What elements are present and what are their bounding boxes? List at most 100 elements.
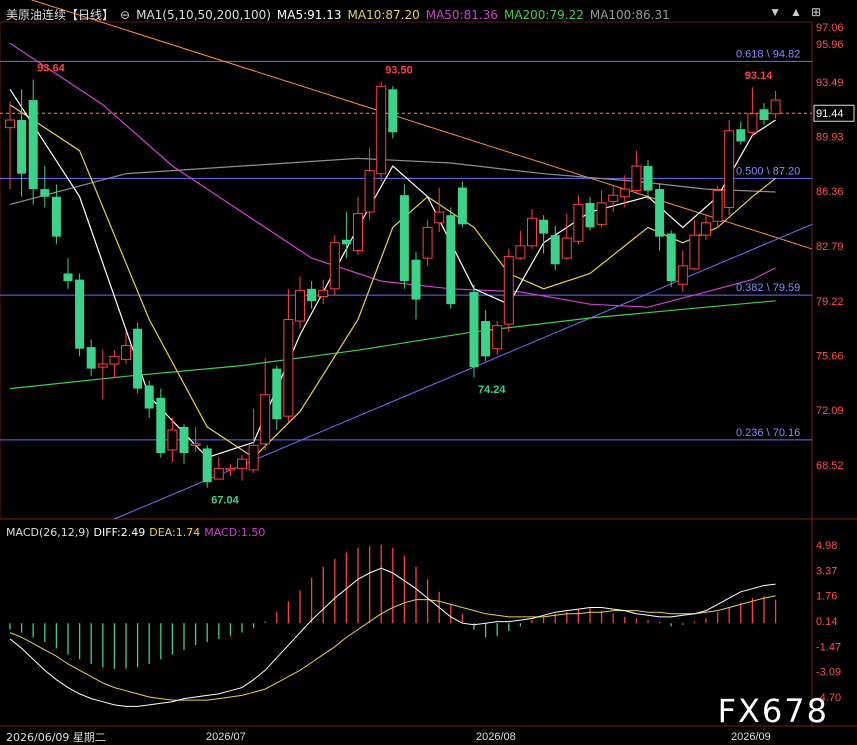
macd-axis-label: 0.14 [816,616,837,628]
macd-axis-label: -1.47 [816,641,841,653]
fib-level-label: 0.618 \ 94.82 [736,48,800,60]
ma200-line [9,300,776,390]
macd-axis-label: -3.09 [816,667,841,679]
candle-body [619,188,630,198]
candle-body [515,245,526,259]
candle-body [121,345,131,360]
price-annotation: 93.50 [385,65,413,77]
candle-body [724,130,735,208]
macd-name[interactable]: MACD(26,12,9) [6,526,90,539]
candle-body [202,448,212,483]
scroll-down-icon[interactable]: ▼ [769,5,781,19]
candle-body [655,189,665,237]
candle-body [353,213,363,251]
candle-body [457,187,467,225]
candle-body [156,397,166,454]
candle-body [736,129,746,142]
candle-body [689,234,700,270]
candle-body [446,215,456,305]
cursor-date: 2026/06/09 星期二 [6,731,106,744]
ma10-value: MA10:87.20 [347,8,420,22]
candle-body [527,217,537,247]
toolbar: ▼ ▲ ⊞ [760,5,821,19]
ma50-line [9,42,776,308]
candle-body [539,219,549,234]
candle-body [179,426,189,454]
ma100-value: MA100:86.31 [589,8,670,22]
candle-body [376,85,387,175]
fib-level-label: 0.500 \ 87.20 [736,165,800,177]
ma-definition[interactable]: MA1(5,10,50,200,100) [136,8,271,22]
candle-body [503,256,514,325]
candle-body [190,443,201,446]
price-annotation: 93.64 [37,62,65,74]
chart-header: 美原油连续【日线】 ⊖ MA1(5,10,50,200,100) MA5:91.13 M… [6,6,676,23]
candle-body [573,203,584,242]
candle-body [399,195,409,282]
candle-body [86,347,96,369]
candle-body [666,233,676,282]
candle-body [469,291,479,368]
candle-body [109,355,120,365]
price-annotation: 74.24 [478,384,506,396]
fib-level-label: 0.382 \ 79.59 [736,282,800,294]
candle-body [388,89,398,133]
scroll-up-icon[interactable]: ▲ [790,5,802,19]
candle-body [770,99,781,115]
candle-body [5,119,15,129]
macd-value: MACD:1.50 [204,526,266,539]
expand-icon[interactable]: ⊞ [811,5,821,19]
ma50-value: MA50:81.36 [425,8,498,22]
instrument-title[interactable]: 美原油连续 [6,8,66,22]
candle-body [492,325,503,350]
period-label[interactable]: 【日线】 [66,8,114,22]
price-axis-label: 91.44 [816,108,844,120]
candle-body [28,100,38,190]
candle-body [422,226,433,259]
macd-axis-label: 4.98 [816,540,837,552]
ma10-line [9,104,776,459]
price-axis-label: 95.96 [816,39,844,51]
candle-body [759,109,769,121]
candle-body [283,319,294,417]
price-chart[interactable]: 97.06 95.96 93.49 91.44 89.93 86.36 82.79 79.22… [0,0,857,745]
price-axis-label: 89.93 [816,131,844,143]
settings-icon[interactable]: ⊖ [120,8,130,22]
candle-body [561,237,572,259]
candle-body [237,458,247,469]
candle-body [272,368,282,420]
candle-body [643,166,653,191]
candle-body [97,363,108,368]
candle-body [133,328,143,389]
candle-body [608,194,619,202]
candle-body [63,273,73,282]
candle-body [260,394,271,445]
candle-body [307,288,317,302]
fib-level-label: 0.236 \ 70.16 [736,427,800,439]
candle-body [17,120,27,174]
ma5-line [9,88,776,459]
candle-body [550,235,560,265]
time-axis-label: 2026/07 [206,731,246,743]
price-axis-label: 72.09 [816,405,844,417]
candle-body [329,242,340,290]
candle-body [248,444,259,471]
price-axis-label: 79.22 [816,296,844,308]
candle-body [341,239,351,245]
candle-body [364,170,375,213]
watermark-logo: FX678 [717,692,829,730]
candle-body [213,467,224,480]
candle-body [51,196,61,237]
candle-body [40,189,50,197]
macd-dea: DEA:1.74 [149,526,201,539]
candle-body [225,467,236,471]
candle-body [295,289,305,322]
candle-body [701,222,711,236]
ma5-value: MA5:91.13 [276,8,342,22]
price-axis-label: 93.49 [816,77,844,89]
candle-body [631,165,642,192]
candle-body [434,211,445,224]
macd-diff: DIFF:2.49 [93,526,146,539]
candle-body [75,279,85,349]
candle-body [596,202,607,225]
